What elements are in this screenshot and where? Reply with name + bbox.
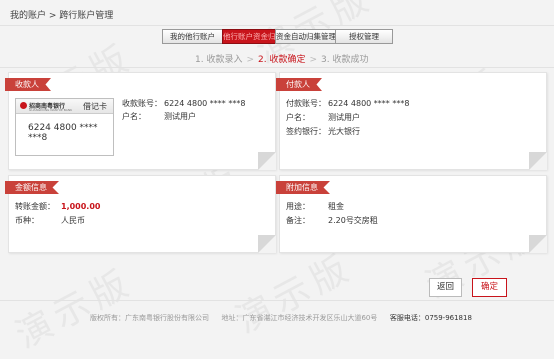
panel-corner-fold	[529, 152, 547, 170]
amount-value: 1,000.00	[61, 202, 101, 211]
purpose-row: 用途： 租金	[286, 201, 344, 212]
step-1: 1. 收款录入	[195, 55, 243, 65]
panel-corner-fold	[258, 152, 276, 170]
footer-divider	[0, 300, 554, 301]
step-3: 3. 收款成功	[321, 55, 369, 65]
payee-name-row: 户名： 测试用户	[122, 111, 196, 122]
tab-fund-collection[interactable]: 他行账户资金归集	[222, 29, 276, 44]
bank-card-type: 借记卡	[83, 102, 107, 111]
header-divider	[0, 25, 554, 26]
payer-panel-title: 付款人	[276, 78, 322, 91]
confirm-button[interactable]: 确定	[472, 278, 507, 297]
currency-row: 币种： 人民币	[15, 215, 85, 226]
tab-authorization[interactable]: 授权管理	[335, 29, 393, 44]
step-indicator: 1. 收款录入 >2. 收款确定 >3. 收款成功	[195, 52, 368, 65]
footer-phone: 0759-961818	[424, 314, 472, 322]
bank-logo-icon	[20, 102, 27, 109]
payer-account-label: 付款账号：	[286, 99, 326, 108]
currency-value: 人民币	[61, 216, 85, 225]
payer-name-value: 测试用户	[328, 113, 360, 122]
payer-name-label: 户名：	[286, 113, 310, 122]
payer-account-row: 付款账号： 6224 4800 **** ***8	[286, 98, 409, 109]
payer-name-row: 户名： 测试用户	[286, 112, 360, 123]
note-label: 备注：	[286, 216, 310, 225]
step-arrow: >	[309, 55, 317, 65]
payee-account-row: 收款账号： 6224 4800 **** ***8	[122, 98, 245, 109]
payee-panel: 收款人 招商南粤银行 GUANGDONG NANYUE BANK 借记卡 622…	[5, 72, 276, 170]
note-value: 2.20号交房租	[328, 216, 378, 225]
tab-auto-collection[interactable]: 资金自动归集管理	[275, 29, 336, 44]
footer-address: 地址：广东省湛江市经济技术开发区乐山大道60号	[221, 314, 378, 322]
watermark: 演示版	[9, 261, 140, 357]
currency-label: 币种：	[15, 216, 39, 225]
purpose-value: 租金	[328, 202, 344, 211]
step-arrow: >	[246, 55, 254, 65]
payee-name-label: 户名：	[122, 112, 146, 121]
amount-row: 转账金额： 1,000.00	[15, 201, 100, 212]
tab-my-other-bank-accounts[interactable]: 我的他行账户	[162, 29, 223, 44]
extra-info-panel: 附加信息 用途： 租金 备注： 2.20号交房租	[276, 175, 547, 253]
step-2-current: 2. 收款确定	[258, 55, 306, 65]
bank-card-bank-en: GUANGDONG NANYUE BANK	[29, 108, 73, 112]
payer-bank-label: 签约银行：	[286, 127, 326, 136]
payee-account-value: 6224 4800 **** ***8	[164, 99, 246, 108]
breadcrumb-separator: >	[46, 11, 60, 21]
breadcrumb: 我的账户 > 跨行账户管理	[10, 8, 113, 21]
amount-panel-title: 金额信息	[5, 181, 59, 194]
tab-bar: 我的他行账户 他行账户资金归集 资金自动归集管理 授权管理	[162, 29, 393, 44]
bank-card: 招商南粤银行 GUANGDONG NANYUE BANK 借记卡 6224 48…	[15, 98, 114, 156]
watermark: 演示版	[229, 246, 360, 342]
bank-card-number: 6224 4800 **** ***8	[28, 123, 98, 143]
steps-divider	[0, 67, 554, 68]
footer-phone-label: 客服电话：	[389, 314, 425, 322]
back-button[interactable]: 返回	[429, 278, 462, 297]
note-row: 备注： 2.20号交房租	[286, 215, 378, 226]
payer-bank-row: 签约银行： 光大银行	[286, 126, 360, 137]
breadcrumb-current: 跨行账户管理	[59, 11, 114, 21]
payer-bank-value: 光大银行	[328, 127, 360, 136]
footer: 版权所有：广东南粤银行股份有限公司 地址：广东省湛江市经济技术开发区乐山大道60…	[90, 313, 472, 323]
breadcrumb-root[interactable]: 我的账户	[10, 11, 46, 21]
bank-card-header: 招商南粤银行 GUANGDONG NANYUE BANK 借记卡	[16, 99, 113, 114]
purpose-label: 用途：	[286, 202, 310, 211]
payee-name-value: 测试用户	[164, 112, 196, 121]
panel-corner-fold	[258, 235, 276, 253]
panel-corner-fold	[529, 235, 547, 253]
payee-panel-title: 收款人	[5, 78, 51, 91]
payee-account-label: 收款账号：	[122, 99, 162, 108]
payer-account-value: 6224 4800 **** ***8	[328, 99, 410, 108]
payer-panel: 付款人 付款账号： 6224 4800 **** ***8 户名： 测试用户 签约银…	[276, 72, 547, 170]
amount-label: 转账金额：	[15, 202, 55, 211]
footer-copyright: 版权所有：广东南粤银行股份有限公司	[90, 314, 209, 322]
amount-panel: 金额信息 转账金额： 1,000.00 币种： 人民币	[5, 175, 276, 253]
extra-info-panel-title: 附加信息	[276, 181, 330, 194]
